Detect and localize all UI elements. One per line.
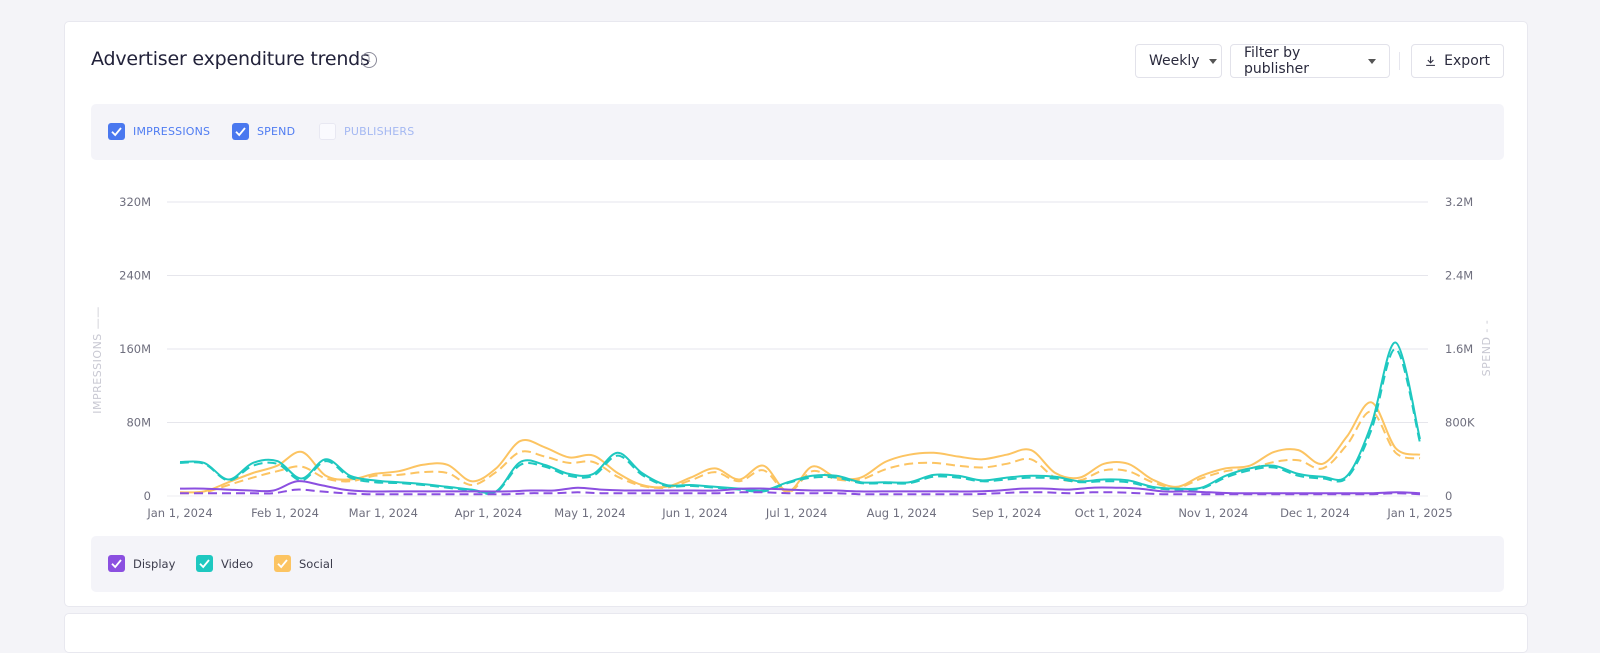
x-tick-label: Oct 1, 2024: [1075, 506, 1142, 520]
x-tick-label: Nov 1, 2024: [1178, 506, 1248, 520]
y-left-axis-title: IMPRESSIONS ——: [91, 306, 104, 414]
line-chart: 0 80M 160M 240M 320M 0 800K 1.6M 2.4M 3.2M IMPRESS…: [91, 195, 1493, 520]
y-left-tick-label: 240M: [119, 269, 151, 283]
x-tick-label: Mar 1, 2024: [349, 506, 418, 520]
y-right-tick-label: 800K: [1445, 416, 1475, 430]
y-left-tick-label: 80M: [126, 416, 151, 430]
y-right-tick-label: 1.6M: [1445, 342, 1473, 356]
x-tick-label: Sep 1, 2024: [972, 506, 1041, 520]
y-left-tick-label: 160M: [119, 342, 151, 356]
y-right-tick-label: 2.4M: [1445, 269, 1473, 283]
x-tick-label: May 1, 2024: [554, 506, 625, 520]
x-tick-label: Apr 1, 2024: [455, 506, 522, 520]
x-tick-label: Jul 1, 2024: [765, 506, 827, 520]
display-impressions-line: [179, 480, 1421, 495]
video-impressions-line: [179, 341, 1421, 495]
y-right-axis-title: SPEND - -: [1480, 320, 1493, 377]
x-tick-label: Feb 1, 2024: [251, 506, 319, 520]
y-right-tick-label: 0: [1445, 489, 1452, 503]
y-left-tick-label: 0: [144, 489, 151, 503]
y-right-tick-label: 3.2M: [1445, 195, 1473, 209]
y-left-tick-label: 320M: [119, 195, 151, 209]
x-tick-label: Aug 1, 2024: [867, 506, 937, 520]
x-tick-label: Jan 1, 2025: [1386, 506, 1452, 520]
x-tick-label: Jan 1, 2024: [146, 506, 212, 520]
x-tick-label: Dec 1, 2024: [1280, 506, 1350, 520]
x-tick-label: Jun 1, 2024: [661, 506, 728, 520]
